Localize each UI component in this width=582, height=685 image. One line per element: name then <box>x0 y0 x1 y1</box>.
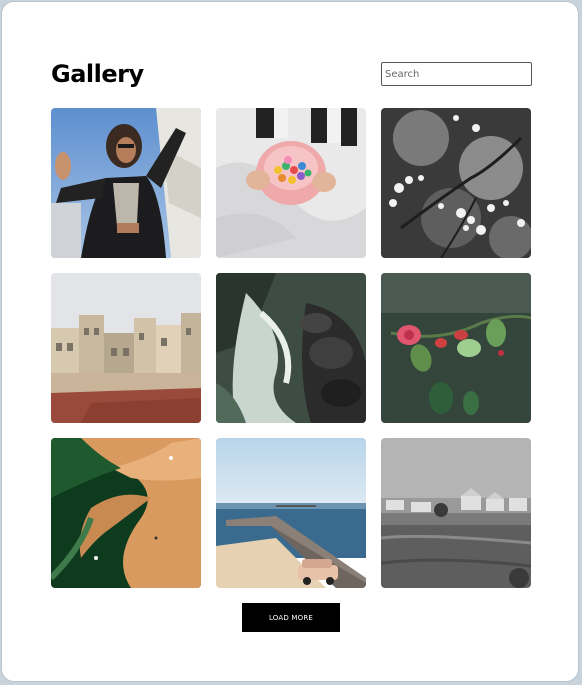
photo-tile-woman-jacket[interactable] <box>51 108 201 258</box>
photo-blossoms <box>381 108 531 258</box>
photo-tile-blossoms[interactable] <box>381 108 531 258</box>
photo-tile-grassland[interactable] <box>381 438 531 588</box>
page-container: Gallery Search LOAD MORE <box>2 2 578 681</box>
photo-tile-sandbar[interactable] <box>51 438 201 588</box>
photo-red-flowers <box>381 273 531 423</box>
photo-grassland <box>381 438 531 588</box>
photo-city <box>51 273 201 423</box>
photo-sandbar <box>51 438 201 588</box>
photo-tile-city[interactable] <box>51 273 201 423</box>
photo-tile-pink-cup[interactable] <box>216 108 366 258</box>
load-more-button[interactable]: LOAD MORE <box>242 603 340 632</box>
photo-tile-pier[interactable] <box>216 438 366 588</box>
photo-pink-cup <box>216 108 366 258</box>
photo-woman-jacket <box>51 108 201 258</box>
photo-tile-red-flowers[interactable] <box>381 273 531 423</box>
photo-pier <box>216 438 366 588</box>
page-title: Gallery <box>51 60 144 88</box>
search-input[interactable] <box>381 62 532 86</box>
photo-tile-rapids[interactable] <box>216 273 366 423</box>
photo-rapids <box>216 273 366 423</box>
